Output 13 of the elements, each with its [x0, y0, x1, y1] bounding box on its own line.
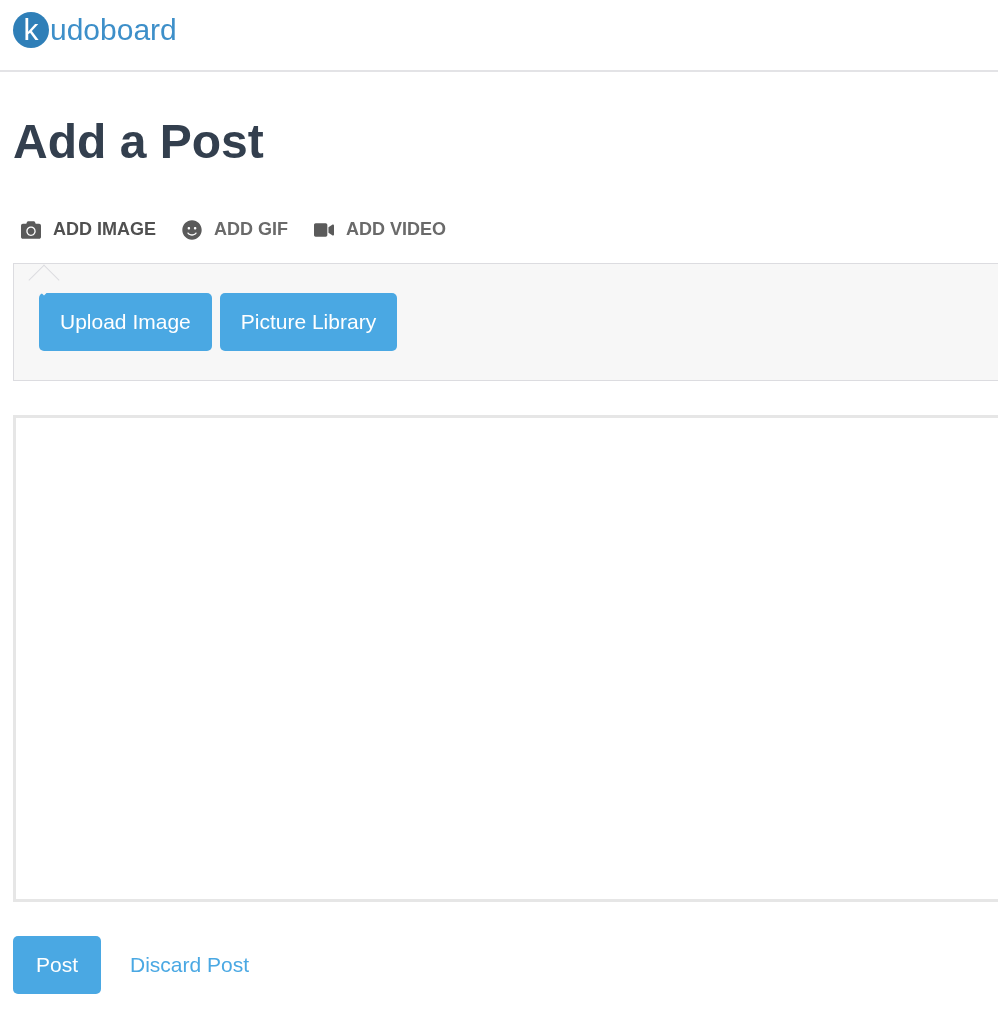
tab[interactable]: ADD GIF — [182, 216, 288, 243]
tab[interactable]: ADD VIDEO — [314, 216, 446, 243]
camera-icon — [21, 219, 41, 240]
page-title: Add a Post — [13, 118, 265, 166]
smiley-icon — [182, 219, 202, 240]
post-text-area[interactable] — [13, 415, 998, 902]
upload-option-button[interactable]: Upload Image — [39, 293, 212, 351]
discard-post-link[interactable]: Discard Post — [130, 949, 250, 981]
tab[interactable]: ADD IMAGE — [21, 216, 156, 243]
logo-text: udoboard — [50, 15, 177, 45]
post-button[interactable]: Post — [13, 936, 101, 994]
logo-badge: k — [13, 12, 49, 48]
upload-option-button[interactable]: Picture Library — [219, 293, 398, 351]
